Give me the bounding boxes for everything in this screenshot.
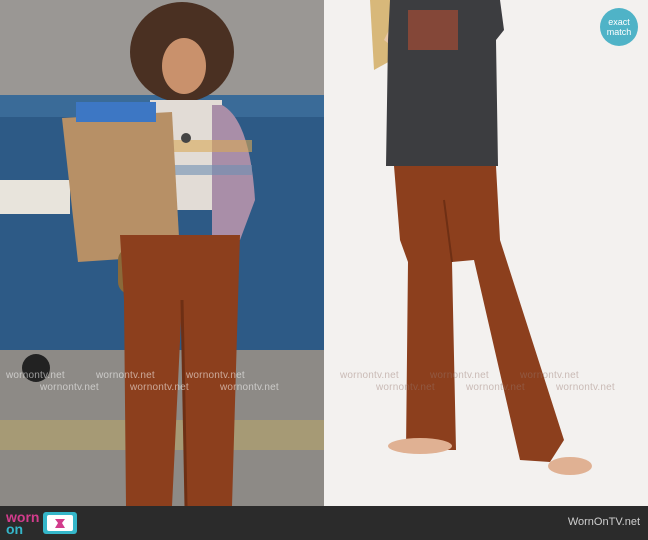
badge-line-2: match bbox=[606, 27, 632, 37]
product-illustration bbox=[370, 0, 592, 475]
logo-word-bottom: on bbox=[6, 521, 24, 537]
site-logo[interactable]: worn on bbox=[6, 510, 78, 537]
tv-still-illustration bbox=[0, 0, 324, 506]
logo-wordmark: worn on bbox=[6, 510, 39, 537]
product-image: exact match bbox=[324, 0, 648, 506]
footer-site-name: WornOnTV.net bbox=[567, 516, 640, 528]
tv-icon bbox=[43, 512, 78, 534]
tv-still-image bbox=[0, 0, 324, 506]
exact-match-badge: exact match bbox=[600, 8, 638, 46]
badge-line-1: exact bbox=[608, 17, 630, 27]
footer-bar: worn on WornOnTV.net bbox=[0, 506, 648, 540]
